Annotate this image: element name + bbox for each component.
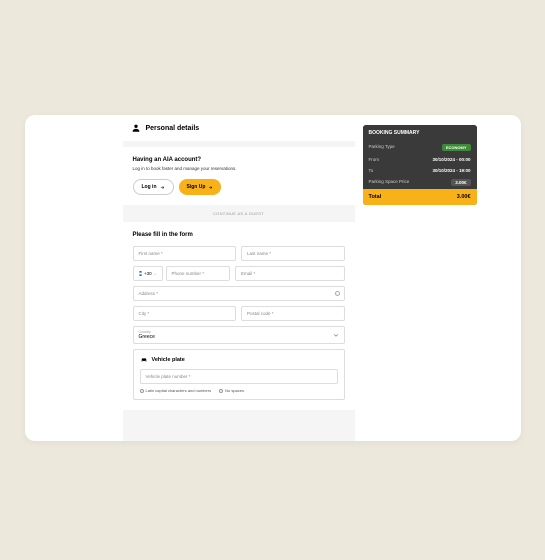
space-price-value: 3.00€ — [451, 179, 470, 186]
section-header: Personal details — [123, 115, 355, 141]
country-value: Greece — [139, 334, 155, 340]
to-label: To — [369, 168, 374, 173]
rule-dot-icon — [140, 389, 144, 393]
rule-2: No spaces — [225, 388, 244, 393]
guest-divider: CONTINUE AS A GUEST — [123, 211, 355, 216]
section-title: Personal details — [146, 125, 200, 132]
flag-icon — [139, 271, 143, 276]
info-icon: i — [335, 291, 340, 296]
car-icon — [140, 356, 148, 364]
signup-label: Sign Up — [187, 184, 206, 190]
summary-title: BOOKING SUMMARY — [363, 125, 477, 141]
account-subtitle: Log in to book faster and manage your re… — [133, 166, 345, 171]
account-title: Having an AIA account? — [133, 157, 345, 163]
account-card: Having an AIA account? Log in to book fa… — [123, 147, 355, 205]
address-label: Address * — [139, 291, 159, 296]
vehicle-plate-card: Vehicle plate Vehicle plate number * Lat… — [133, 349, 345, 400]
parking-type-label: Parking Type — [369, 144, 395, 151]
arrow-right-icon — [160, 185, 165, 190]
first-name-field[interactable]: First name * — [133, 246, 237, 261]
address-field[interactable]: Address * i — [133, 286, 345, 301]
vehicle-plate-title: Vehicle plate — [152, 357, 185, 363]
rule-dot-icon — [219, 389, 223, 393]
login-label: Log in — [142, 184, 157, 190]
city-field[interactable]: City * — [133, 306, 237, 321]
space-price-label: Parking Space Price — [369, 179, 410, 186]
to-value: 30/10/2024 - 19:00 — [432, 168, 470, 173]
phone-field[interactable]: Phone number * — [166, 266, 231, 281]
country-select[interactable]: Country Greece — [133, 326, 345, 344]
account-buttons: Log in Sign Up — [133, 179, 345, 195]
person-icon — [131, 123, 141, 133]
app-frame: Personal details Having an AIA account? … — [25, 115, 521, 441]
from-label: From — [369, 157, 380, 162]
from-value: 30/10/2024 - 00:00 — [432, 157, 470, 162]
chevron-down-icon — [333, 332, 339, 338]
total-label: Total — [369, 194, 382, 200]
form-title: Please fill in the form — [133, 232, 345, 238]
main-content: Personal details Having an AIA account? … — [123, 115, 355, 441]
postal-field[interactable]: Postal code * — [241, 306, 345, 321]
total-value: 3.00€ — [457, 194, 471, 200]
rule-1: Latin capital characters and numbers — [146, 388, 212, 393]
login-button[interactable]: Log in — [133, 179, 174, 195]
chevron-down-icon — [154, 272, 157, 276]
form-card: Please fill in the form First name * Las… — [123, 222, 355, 410]
country-code-select[interactable]: +30 — [133, 266, 163, 281]
email-field[interactable]: Email * — [235, 266, 345, 281]
booking-summary: BOOKING SUMMARY Parking Type ECONOMY Fro… — [363, 125, 477, 205]
signup-button[interactable]: Sign Up — [179, 179, 222, 195]
parking-type-badge: ECONOMY — [442, 144, 471, 151]
arrow-right-icon — [208, 185, 213, 190]
vehicle-plate-field[interactable]: Vehicle plate number * — [140, 369, 338, 384]
last-name-field[interactable]: Last name * — [241, 246, 345, 261]
vehicle-plate-rules: Latin capital characters and numbers No … — [140, 388, 338, 393]
country-code-value: +30 — [144, 271, 152, 276]
